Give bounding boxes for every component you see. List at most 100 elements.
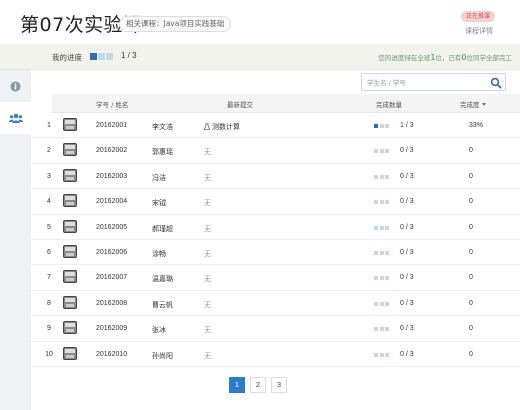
latest-submit: 无 (204, 274, 211, 284)
completion-block-todo (379, 124, 384, 128)
table-row[interactable]: 5 20162005 郝瑾超 无 0 / 3 0 (31, 215, 520, 240)
completion-rate: 0 (469, 274, 473, 282)
completed-count: 1 / 3 (400, 122, 414, 129)
student-name[interactable]: 冯洁 (152, 173, 166, 183)
student-id: 20162001 (96, 122, 128, 129)
student-name[interactable]: 曹云帆 (152, 300, 173, 310)
status-badge: 正在推课 (461, 11, 496, 22)
student-name[interactable]: 郝瑾超 (152, 224, 173, 234)
completion-blocks (374, 174, 394, 180)
latest-submit: 无 (204, 198, 211, 208)
student-name[interactable]: 孙尚阳 (152, 351, 173, 361)
completion-block-todo (374, 149, 378, 154)
latest-submit: 无 (204, 224, 211, 234)
avatar (63, 245, 77, 258)
flask-icon (204, 123, 210, 130)
completion-block-todo (385, 149, 389, 154)
header-completed-count: 完成数量 (376, 101, 402, 109)
pagination: 123 (31, 377, 520, 393)
progress-bar: 我的进度 1 / 3 您的进度排在全班1位，已有0位同学全部完工 (0, 44, 520, 70)
table-row[interactable]: 9 20162009 张冰 无 0 / 3 0 (31, 316, 520, 342)
main-content: 学号 / 姓名 最新提交 完成数量 完成度 1 20162001 李文浩 测数计算 1 … (31, 70, 520, 410)
row-index: 7 (47, 274, 51, 282)
page-button[interactable]: 1 (229, 377, 245, 393)
progress-count: 1 / 3 (121, 51, 137, 60)
completed-count: 0 / 3 (400, 274, 414, 282)
completion-block-todo (374, 301, 378, 306)
avatar (63, 346, 77, 360)
search-icon (490, 77, 502, 89)
users-icon (8, 113, 23, 123)
row-index: 5 (47, 223, 51, 231)
header-completion-rate-label: 完成度 (460, 101, 480, 109)
completed-count: 0 / 3 (400, 325, 414, 333)
header-latest-submit: 最新提交 (227, 101, 253, 109)
student-id: 20162010 (96, 350, 128, 358)
latest-submit: 无 (204, 173, 211, 183)
completion-blocks (374, 301, 394, 307)
completion-block-todo (379, 174, 384, 179)
completion-blocks (374, 276, 394, 281)
latest-submit: 无 (204, 300, 211, 310)
student-id: 20162007 (96, 274, 128, 282)
completion-block-todo (374, 251, 378, 255)
table-row[interactable]: 1 20162001 李文浩 测数计算 1 / 3 33% (31, 113, 520, 139)
completion-block-todo (374, 174, 378, 179)
completion-block-done (374, 124, 378, 128)
table-row[interactable]: 2 20162002 郭惠瑶 无 0 / 3 0 (31, 138, 520, 164)
student-name[interactable]: 涂畅 (152, 249, 166, 259)
completion-block-todo (385, 301, 389, 306)
sidebar-item-students[interactable] (0, 102, 31, 134)
student-id: 20162005 (96, 223, 128, 231)
table-row[interactable]: 10 20162010 孙尚阳 无 0 / 3 0 (31, 342, 520, 367)
avatar (63, 219, 77, 233)
student-id: 20162004 (96, 198, 128, 206)
completion-block-todo (379, 352, 384, 357)
completion-rate: 0 (469, 249, 473, 256)
completion-block-todo (374, 276, 378, 281)
latest-submit-label: 无 (204, 199, 211, 208)
latest-submit-label: 测数计算 (212, 123, 240, 131)
student-name[interactable]: 温嘉璐 (152, 274, 173, 284)
completion-block-todo (379, 251, 384, 255)
student-name[interactable]: 张冰 (152, 325, 166, 335)
header-completion-rate[interactable]: 完成度 (460, 99, 486, 109)
student-name[interactable]: 郭惠瑶 (152, 147, 173, 157)
avatar (63, 118, 77, 131)
latest-submit[interactable]: 测数计算 (204, 122, 240, 132)
latest-submit-label: 无 (204, 275, 211, 284)
completion-block-todo (385, 124, 389, 128)
completion-block-todo (385, 225, 389, 230)
student-id: 20162008 (96, 299, 128, 307)
latest-submit-label: 无 (204, 148, 211, 157)
rank-note-prefix: 您的进度排在全班 (378, 54, 431, 62)
completion-blocks (374, 149, 394, 154)
search-input[interactable] (367, 77, 482, 88)
search-button[interactable] (490, 76, 502, 89)
course-detail-link[interactable]: 课程详情 (465, 26, 493, 36)
row-index: 3 (47, 172, 51, 180)
completion-block-todo (379, 225, 384, 230)
completion-blocks (374, 124, 394, 129)
table-row[interactable]: 7 20162007 温嘉璐 无 0 / 3 0 (31, 265, 520, 291)
row-index: 6 (47, 249, 51, 256)
student-name[interactable]: 李文浩 (152, 122, 173, 132)
related-course-link[interactable]: 相关课程：Java项目实践基础 (119, 16, 232, 32)
table-row[interactable]: 6 20162006 涂畅 无 0 / 3 0 (31, 240, 520, 266)
student-name[interactable]: 宋钺 (152, 198, 166, 208)
avatar (63, 143, 77, 157)
latest-submit: 无 (204, 351, 211, 361)
rank-note-middle: 位，已有 (435, 54, 462, 62)
completion-block-todo (385, 352, 389, 357)
table-row[interactable]: 3 20162003 冯洁 无 0 / 3 0 (31, 164, 520, 190)
latest-submit-label: 无 (204, 300, 211, 309)
table-row[interactable]: 4 20162004 宋钺 无 0 / 3 0 (31, 189, 520, 215)
completed-count: 0 / 3 (400, 249, 414, 256)
page-button[interactable]: 3 (271, 377, 287, 393)
sidebar-item-info[interactable] (0, 70, 31, 102)
table-row[interactable]: 8 20162008 曹云帆 无 0 / 3 0 (31, 291, 520, 317)
progress-block-done (90, 53, 97, 60)
page-button[interactable]: 2 (250, 377, 266, 393)
completed-count: 0 / 3 (400, 147, 414, 155)
latest-submit-label: 无 (204, 326, 211, 335)
